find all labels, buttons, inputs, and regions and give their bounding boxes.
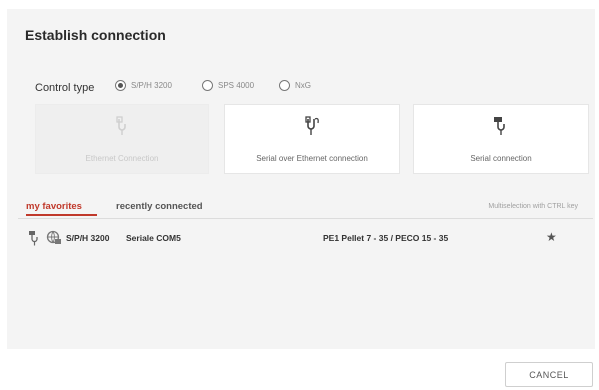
establish-connection-dialog: Establish connection Control type S/P/H … [0, 0, 599, 390]
card-ethernet-connection[interactable]: Ethernet Connection [35, 104, 209, 174]
radio-sps4000[interactable]: SPS 4000 [202, 80, 254, 91]
ethernet-plug-icon [116, 116, 126, 135]
card-serial-over-ethernet[interactable]: Serial over Ethernet connection [224, 104, 400, 174]
star-icon[interactable]: ★ [546, 230, 557, 244]
card-label: Serial connection [470, 154, 532, 163]
radio-label: NxG [295, 81, 311, 90]
radio-unselected-icon [279, 80, 290, 91]
row-devices: PE1 Pellet 7 - 35 / PECO 15 - 35 [323, 233, 449, 243]
serial-plug-icon [494, 117, 505, 135]
card-label: Ethernet Connection [85, 154, 159, 163]
radio-label: S/P/H 3200 [131, 81, 172, 90]
radio-nxg[interactable]: NxG [279, 80, 311, 91]
multiselection-hint: Multiselection with CTRL key [488, 203, 578, 210]
dialog-panel [7, 9, 595, 349]
active-tab-indicator [26, 214, 97, 216]
radio-unselected-icon [202, 80, 213, 91]
radio-sph3200[interactable]: S/P/H 3200 [115, 80, 172, 91]
dialog-title: Establish connection [25, 27, 166, 43]
row-port: Seriale COM5 [126, 233, 181, 243]
cancel-button[interactable]: CANCEL [505, 362, 593, 387]
card-serial-connection[interactable]: Serial connection [413, 104, 589, 174]
serial-plug-icon [29, 231, 38, 246]
serial-over-ethernet-plug-icon [305, 116, 319, 135]
globe-lock-icon [46, 230, 61, 244]
row-control: S/P/H 3200 [66, 233, 110, 243]
list-item[interactable]: S/P/H 3200 Seriale COM5 PE1 Pellet 7 - 3… [18, 227, 593, 249]
radio-label: SPS 4000 [218, 81, 255, 90]
radio-selected-icon [115, 80, 126, 91]
tab-my-favorites[interactable]: my favorites [26, 201, 82, 212]
card-label: Serial over Ethernet connection [256, 154, 368, 163]
control-type-label: Control type [35, 82, 95, 94]
tab-recently-connected[interactable]: recently connected [116, 201, 203, 212]
tabs-divider [18, 218, 593, 219]
